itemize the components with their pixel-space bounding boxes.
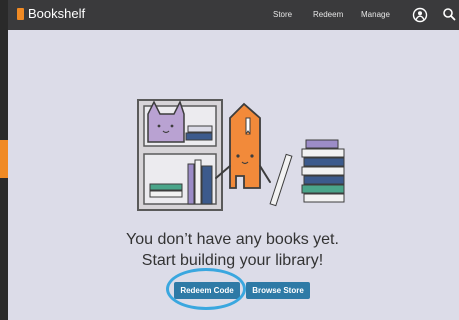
empty-state-title: You don’t have any books yet. <box>126 231 339 248</box>
nav-redeem[interactable]: Redeem <box>313 10 343 19</box>
brand[interactable]: Bookshelf <box>17 6 85 21</box>
app-title: Bookshelf <box>28 6 86 21</box>
browse-store-button[interactable]: Browse Store <box>246 282 310 299</box>
nav-store[interactable]: Store <box>273 10 292 19</box>
redeem-code-button[interactable]: Redeem Code <box>174 282 240 299</box>
search-icon[interactable] <box>442 7 456 21</box>
book-icon <box>17 7 24 20</box>
app-window: Bookshelf Store Redeem Manage You don’t … <box>8 0 459 320</box>
bookshelf-illustration <box>137 99 223 211</box>
nav-manage[interactable]: Manage <box>361 10 390 19</box>
empty-library-illustration <box>137 99 345 211</box>
account-icon[interactable] <box>412 7 428 23</box>
left-accent-bar <box>0 140 8 178</box>
top-bar: Bookshelf Store Redeem Manage <box>8 0 459 30</box>
book-character-illustration <box>215 102 271 189</box>
empty-state-subtitle: Start building your library! <box>141 252 324 269</box>
book-stack-illustration <box>269 139 345 207</box>
